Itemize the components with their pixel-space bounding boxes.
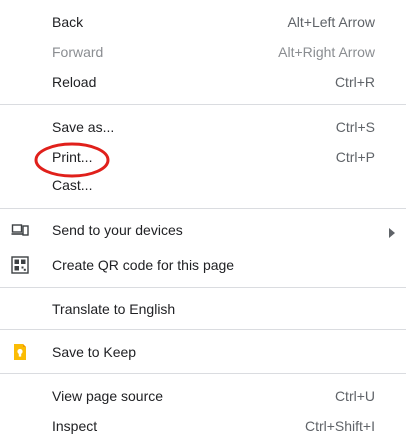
menu-item-reload[interactable]: Reload Ctrl+R bbox=[0, 67, 406, 97]
context-menu: Back Alt+Left Arrow Forward Alt+Right Ar… bbox=[0, 0, 406, 445]
menu-item-save-as[interactable]: Save as... Ctrl+S bbox=[0, 112, 406, 142]
google-keep-icon bbox=[11, 343, 29, 361]
menu-item-label: Reload bbox=[52, 74, 97, 90]
menu-item-create-qr-code[interactable]: Create QR code for this page bbox=[0, 250, 406, 280]
menu-item-shortcut: Alt+Right Arrow bbox=[278, 44, 375, 60]
menu-separator bbox=[0, 329, 406, 330]
menu-item-view-page-source[interactable]: View page source Ctrl+U bbox=[0, 381, 406, 411]
menu-item-translate[interactable]: Translate to English bbox=[0, 294, 406, 324]
menu-item-label: Save to Keep bbox=[52, 344, 137, 360]
menu-item-forward[interactable]: Forward Alt+Right Arrow bbox=[0, 37, 406, 67]
menu-item-cast[interactable]: Cast... bbox=[0, 170, 406, 200]
menu-item-label: Forward bbox=[52, 44, 104, 60]
menu-item-label: Create QR code for this page bbox=[52, 257, 235, 273]
menu-item-send-to-devices[interactable]: Send to your devices bbox=[0, 215, 406, 245]
menu-item-print[interactable]: Print... Ctrl+P bbox=[0, 142, 406, 172]
devices-icon bbox=[11, 221, 29, 239]
menu-item-shortcut: Alt+Left Arrow bbox=[287, 14, 375, 30]
menu-item-label: Send to your devices bbox=[52, 222, 183, 238]
menu-separator bbox=[0, 373, 406, 374]
menu-item-label: Back bbox=[52, 14, 84, 30]
menu-item-shortcut: Ctrl+S bbox=[335, 119, 375, 135]
menu-item-shortcut: Ctrl+R bbox=[334, 74, 375, 90]
menu-item-shortcut: Ctrl+P bbox=[335, 149, 375, 165]
menu-item-label: Translate to English bbox=[52, 301, 176, 317]
menu-item-back[interactable]: Back Alt+Left Arrow bbox=[0, 7, 406, 37]
menu-item-label: Print... bbox=[52, 149, 93, 165]
menu-item-shortcut: Ctrl+Shift+I bbox=[304, 418, 375, 434]
menu-separator bbox=[0, 208, 406, 209]
menu-item-shortcut: Ctrl+U bbox=[334, 388, 375, 404]
qr-code-icon bbox=[11, 256, 29, 274]
menu-separator bbox=[0, 287, 406, 288]
menu-item-label: Cast... bbox=[52, 177, 93, 193]
submenu-arrow-icon bbox=[388, 225, 396, 238]
menu-item-label: Save as... bbox=[52, 119, 115, 135]
menu-item-save-to-keep[interactable]: Save to Keep bbox=[0, 337, 406, 367]
menu-item-inspect[interactable]: Inspect Ctrl+Shift+I bbox=[0, 411, 406, 441]
menu-separator bbox=[0, 104, 406, 105]
menu-item-label: Inspect bbox=[52, 418, 98, 434]
menu-item-label: View page source bbox=[52, 388, 164, 404]
